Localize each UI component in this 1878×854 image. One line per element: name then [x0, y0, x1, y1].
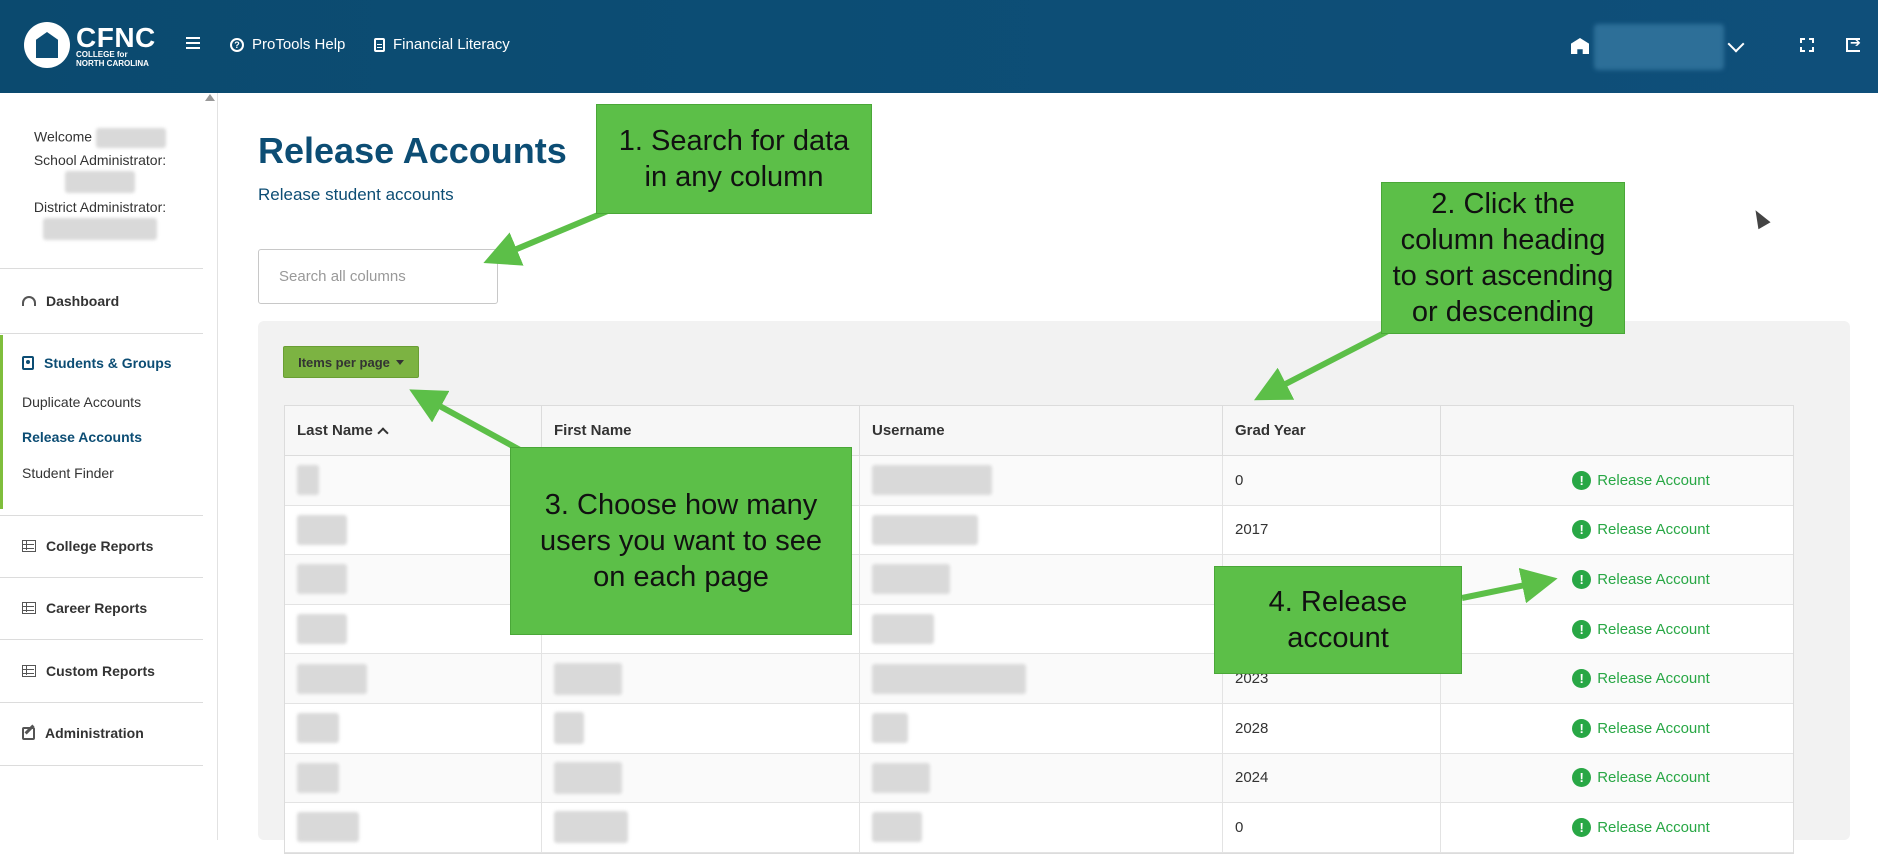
callout-release: 4. Release account [1214, 566, 1462, 674]
callout-sort: 2. Click the column heading to sort asce… [1381, 182, 1625, 334]
arrow-to-grad-year [1254, 327, 1392, 401]
arrow-to-release [1461, 567, 1558, 604]
annotation-arrows [409, 207, 1558, 604]
arrow-to-search [483, 207, 612, 266]
callout-search: 1. Search for data in any column [596, 104, 872, 214]
arrow-to-items-per-page [409, 389, 522, 453]
callout-items-per-page: 3. Choose how many users you want to see… [510, 447, 852, 635]
